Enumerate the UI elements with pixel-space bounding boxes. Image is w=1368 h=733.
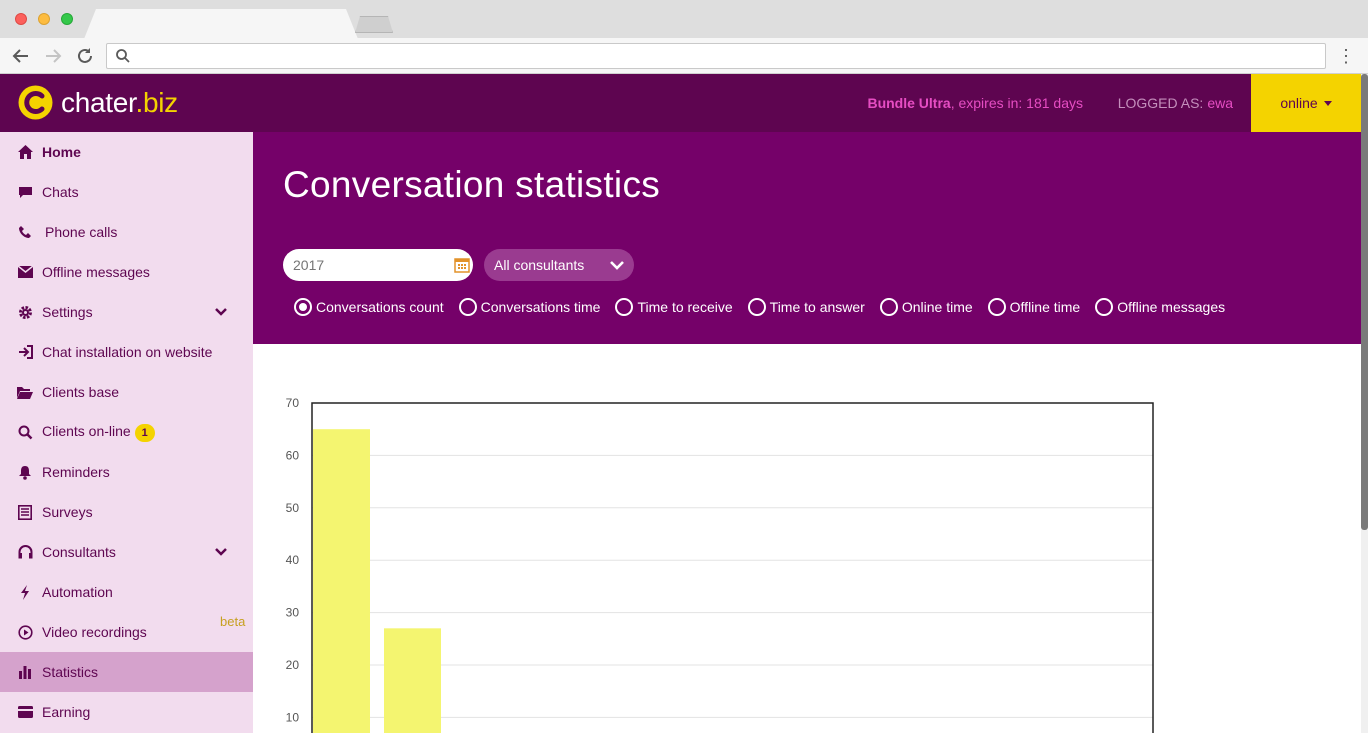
minimize-window-button[interactable]	[38, 13, 50, 25]
play-circle-icon	[17, 624, 33, 640]
y-tick-label: 40	[286, 553, 300, 567]
bundle-info[interactable]: Bundle Ultra, expires in: 181 days	[867, 95, 1083, 111]
address-bar[interactable]	[106, 43, 1326, 69]
scrollbar[interactable]	[1361, 74, 1368, 733]
sidebar-item-chats[interactable]: Chats	[0, 172, 253, 212]
chater-logo-icon	[18, 85, 53, 120]
reload-icon[interactable]	[73, 44, 97, 68]
bar-chart-icon	[17, 664, 33, 680]
y-tick-label: 50	[286, 501, 300, 515]
sidebar-item-home[interactable]: Home	[0, 132, 253, 172]
sidebar-item-statistics[interactable]: Statistics	[0, 652, 253, 692]
sidebar-item-consultants[interactable]: Consultants	[0, 532, 253, 572]
y-tick-label: 20	[286, 658, 300, 672]
browser-toolbar: ⋮	[0, 38, 1368, 74]
sidebar-item-settings[interactable]: Settings	[0, 292, 253, 332]
phone-icon	[17, 224, 33, 240]
page-title: Conversation statistics	[283, 164, 661, 205]
sidebar-item-video-recordings[interactable]: Video recordings beta	[0, 612, 253, 652]
metric-radio-time-to-receive[interactable]: Time to receive	[615, 298, 733, 316]
logged-as: LOGGED AS: ewa	[1117, 95, 1233, 111]
app-header: chater.biz Bundle Ultra, expires in: 181…	[0, 74, 1361, 132]
metric-radio-conversations-count[interactable]: Conversations count	[294, 298, 444, 316]
metric-radio-group: Conversations count Conversations time T…	[294, 298, 1240, 316]
bar[interactable]	[313, 429, 370, 733]
arrow-left-icon[interactable]	[9, 44, 33, 68]
chevron-down-icon	[610, 261, 624, 270]
envelope-icon	[17, 264, 33, 280]
y-tick-label: 30	[286, 606, 300, 620]
bolt-icon	[17, 584, 33, 600]
sidebar-item-chat-installation[interactable]: Chat installation on website	[0, 332, 253, 372]
bar[interactable]	[384, 628, 441, 733]
list-icon	[17, 504, 33, 520]
y-tick-label: 70	[286, 396, 300, 410]
sidebar-item-clients-online[interactable]: Clients on-line 1	[0, 412, 253, 452]
logo[interactable]: chater.biz	[17, 84, 178, 121]
chart-area: 10 20 30 40 50 60 70	[253, 344, 1361, 733]
chat-icon	[17, 184, 33, 200]
kebab-menu-icon[interactable]: ⋮	[1334, 46, 1358, 66]
y-tick-label: 10	[286, 710, 300, 724]
notification-badge: 1	[134, 423, 155, 442]
arrow-right-icon[interactable]	[41, 44, 65, 68]
metric-radio-online-time[interactable]: Online time	[879, 298, 973, 316]
search-icon	[17, 424, 33, 440]
sidebar-item-surveys[interactable]: Surveys	[0, 492, 253, 532]
consultant-select[interactable]: All consultants	[484, 249, 634, 281]
chevron-down-icon[interactable]	[214, 305, 228, 319]
scrollbar-thumb[interactable]	[1361, 74, 1368, 530]
metric-radio-time-to-answer[interactable]: Time to answer	[747, 298, 865, 316]
headphones-icon	[17, 544, 33, 560]
logo-text: chater.biz	[61, 86, 178, 118]
browser-tab[interactable]	[84, 9, 358, 39]
gear-icon	[17, 304, 33, 320]
sidebar-item-automation[interactable]: Automation	[0, 572, 253, 612]
chevron-down-icon[interactable]	[214, 545, 228, 559]
metric-radio-conversations-time[interactable]: Conversations time	[458, 298, 600, 316]
maximize-window-button[interactable]	[61, 13, 73, 25]
username: ewa	[1207, 95, 1233, 111]
search-icon	[116, 49, 130, 63]
conversations-bar-chart: 10 20 30 40 50 60 70	[286, 396, 1154, 733]
credit-card-icon	[17, 704, 33, 720]
sidebar: Home Chats Phone calls Offline messages …	[0, 132, 253, 733]
sidebar-item-phone-calls[interactable]: Phone calls	[0, 212, 253, 252]
year-input[interactable]	[283, 249, 473, 281]
sidebar-item-offline-messages[interactable]: Offline messages	[0, 252, 253, 292]
beta-tag: beta	[220, 614, 246, 629]
folder-open-icon	[17, 384, 33, 400]
y-tick-label: 60	[286, 448, 300, 462]
calendar-icon[interactable]	[454, 257, 470, 273]
browser-tab-bar	[0, 0, 1368, 39]
new-tab-button[interactable]	[355, 16, 393, 33]
caret-down-icon	[1323, 100, 1332, 106]
home-icon	[17, 144, 33, 160]
sidebar-item-reminders[interactable]: Reminders	[0, 452, 253, 492]
statistics-header: Conversation statistics All consultants …	[253, 132, 1361, 344]
sign-in-icon	[17, 344, 33, 360]
close-window-button[interactable]	[15, 13, 27, 25]
status-dropdown[interactable]: online	[1251, 74, 1361, 132]
sidebar-item-earning[interactable]: Earning	[0, 692, 253, 732]
bell-icon	[17, 464, 33, 480]
sidebar-item-clients-base[interactable]: Clients base	[0, 372, 253, 412]
metric-radio-offline-time[interactable]: Offline time	[987, 298, 1080, 316]
metric-radio-offline-messages[interactable]: Offline messages	[1095, 298, 1225, 316]
